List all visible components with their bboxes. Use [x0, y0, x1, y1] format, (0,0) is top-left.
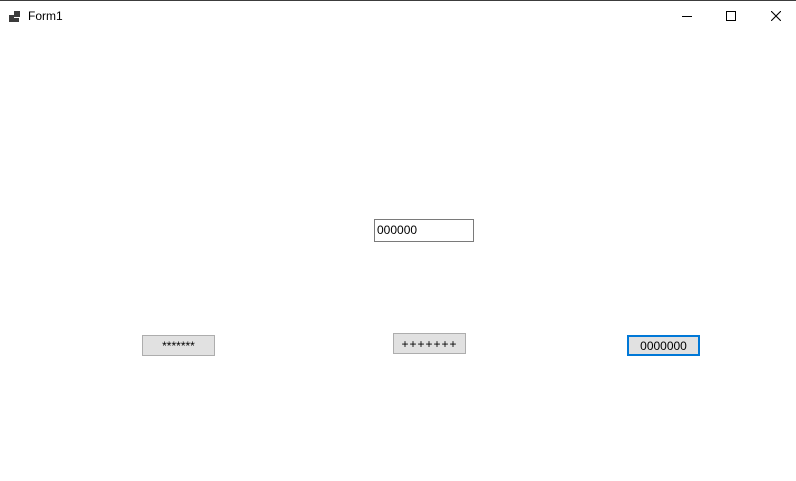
form1-window: Form1 000000 ******* +++++++ 0000000	[0, 0, 796, 481]
maximize-icon	[725, 11, 736, 21]
zeros-textbox[interactable]: 000000	[374, 219, 474, 242]
plus-button[interactable]: +++++++	[393, 333, 466, 354]
minimize-button[interactable]	[664, 1, 709, 31]
form-app-icon	[9, 10, 21, 22]
title-bar[interactable]: Form1	[0, 1, 796, 31]
close-button[interactable]	[753, 1, 796, 31]
stars-button[interactable]: *******	[142, 335, 215, 356]
zeros-button[interactable]: 0000000	[627, 335, 700, 356]
minimize-icon	[681, 11, 692, 21]
form-client-area: 000000 ******* +++++++ 0000000	[0, 31, 796, 481]
window-title: Form1	[28, 9, 63, 23]
maximize-button[interactable]	[708, 1, 753, 31]
close-icon	[770, 11, 781, 21]
